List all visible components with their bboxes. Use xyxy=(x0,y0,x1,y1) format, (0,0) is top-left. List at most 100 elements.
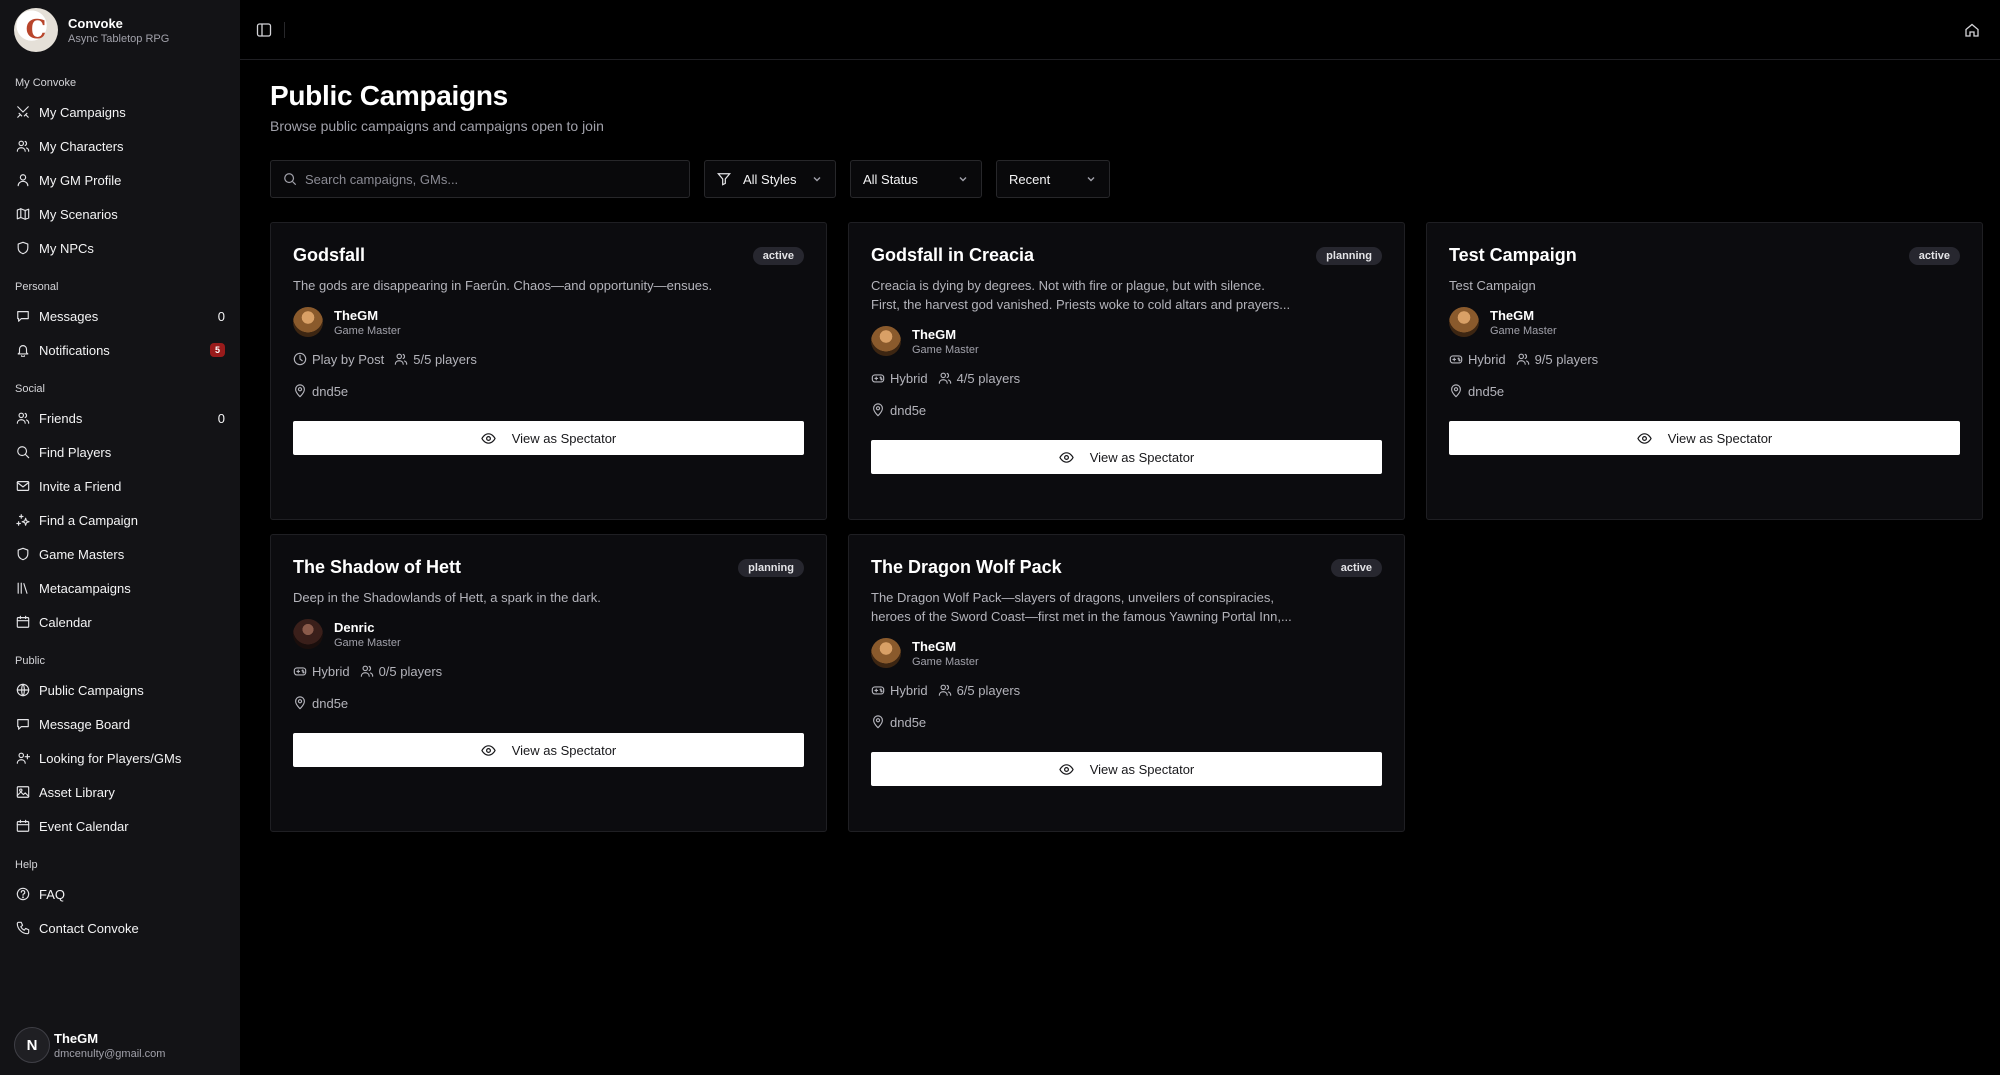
status-select[interactable]: All Status xyxy=(850,160,982,198)
sidebar-item-contact-convoke[interactable]: Contact Convoke xyxy=(0,911,240,945)
notification-badge: 5 xyxy=(209,343,225,357)
spectate-label: View as Spectator xyxy=(1089,449,1195,465)
sidebar-item-messages[interactable]: Messages 0 xyxy=(0,299,240,333)
status-badge: planning xyxy=(1316,247,1382,265)
sidebar-item-event-calendar[interactable]: Event Calendar xyxy=(0,809,240,843)
sidebar: C Convoke Async Tabletop RPG My Convoke M… xyxy=(0,0,240,1075)
campaign-meta: Hybrid 0/5 players xyxy=(293,661,804,681)
user-menu[interactable]: N TheGM dmcenulty@gmail.com xyxy=(0,1015,240,1075)
search-icon xyxy=(284,173,297,186)
view-as-spectator-button[interactable]: View as Spectator xyxy=(293,733,804,767)
sidebar-item-label: My GM Profile xyxy=(39,172,122,188)
sidebar-item-game-masters[interactable]: Game Masters xyxy=(0,537,240,571)
gm-name: TheGM xyxy=(912,638,957,654)
topbar xyxy=(240,0,2000,60)
campaign-card[interactable]: The Shadow of Hett planning Deep in the Sh… xyxy=(270,534,827,832)
campaign-title[interactable]: The Shadow of Hett xyxy=(293,557,804,578)
view-as-spectator-button[interactable]: View as Spectator xyxy=(871,752,1382,786)
sidebar-toggle-icon[interactable] xyxy=(256,22,272,38)
sidebar-item-message-board[interactable]: Message Board xyxy=(0,707,240,741)
sidebar-item-label: Find Players xyxy=(39,444,112,460)
sidebar-item-notifications[interactable]: Notifications 5 xyxy=(0,333,240,367)
gm-info[interactable]: Denric Game Master xyxy=(293,619,804,649)
eye-icon xyxy=(1059,762,1090,777)
campaign-card[interactable]: Godsfall active The gods are disappearing … xyxy=(270,222,827,520)
sidebar-item-friends[interactable]: Friends 0 xyxy=(0,401,240,435)
nav-group-title: Personal xyxy=(15,281,59,293)
brand-subtitle: Async Tabletop RPG xyxy=(68,32,170,45)
user-plus-icon xyxy=(15,750,31,766)
gm-info[interactable]: TheGM Game Master xyxy=(871,638,1382,668)
gm-role: Game Master xyxy=(912,343,979,356)
campaign-card[interactable]: The Dragon Wolf Pack active The Dragon Wol… xyxy=(848,534,1405,832)
sidebar-item-label: Contact Convoke xyxy=(39,920,139,936)
gm-name: TheGM xyxy=(1490,307,1535,323)
sidebar-item-public-campaigns[interactable]: Public Campaigns xyxy=(0,673,240,707)
sparkles-icon xyxy=(15,512,31,528)
main-content: Public Campaigns Browse public campaigns… xyxy=(270,80,1983,832)
sort-select[interactable]: Recent xyxy=(996,160,1110,198)
campaign-title[interactable]: Test Campaign xyxy=(1449,245,1960,266)
view-as-spectator-button[interactable]: View as Spectator xyxy=(293,421,804,455)
game-system: dnd5e xyxy=(1468,383,1505,399)
sidebar-item-faq[interactable]: FAQ xyxy=(0,877,240,911)
game-system: dnd5e xyxy=(312,695,349,711)
view-as-spectator-button[interactable]: View as Spectator xyxy=(1449,421,1960,455)
card-description-line: Deep in the Shadowlands of Hett, a spark… xyxy=(293,590,601,605)
sidebar-item-my-campaigns[interactable]: My Campaigns xyxy=(0,95,240,129)
sidebar-item-metacampaigns[interactable]: Metacampaigns xyxy=(0,571,240,605)
styles-select[interactable]: All Styles xyxy=(704,160,836,198)
search-input[interactable] xyxy=(305,171,665,187)
sidebar-item-my-gm-profile[interactable]: My GM Profile xyxy=(0,163,240,197)
sidebar-item-my-characters[interactable]: My Characters xyxy=(0,129,240,163)
sidebar-item-label: Asset Library xyxy=(39,784,115,800)
gm-info[interactable]: TheGM Game Master xyxy=(871,326,1382,356)
calendar-icon xyxy=(15,614,31,630)
campaign-title[interactable]: Godsfall xyxy=(293,245,804,266)
gamepad-icon xyxy=(871,683,890,697)
campaign-title[interactable]: Godsfall in Creacia xyxy=(871,245,1382,266)
brand[interactable]: C Convoke Async Tabletop RPG xyxy=(0,0,240,60)
filter-icon xyxy=(717,173,731,186)
campaign-system: dnd5e xyxy=(871,712,1382,732)
home-icon[interactable] xyxy=(1964,22,1980,38)
page-subtitle: Browse public campaigns and campaigns op… xyxy=(270,118,604,134)
sidebar-item-find-a-campaign[interactable]: Find a Campaign xyxy=(0,503,240,537)
sidebar-item-my-npcs[interactable]: My NPCs xyxy=(0,231,240,265)
sidebar-item-find-players[interactable]: Find Players xyxy=(0,435,240,469)
sidebar-item-count: 0 xyxy=(217,308,225,324)
sidebar-item-invite-a-friend[interactable]: Invite a Friend xyxy=(0,469,240,503)
sidebar-item-asset-library[interactable]: Asset Library xyxy=(0,775,240,809)
player-count: 6/5 players xyxy=(956,682,1021,698)
view-as-spectator-button[interactable]: View as Spectator xyxy=(871,440,1382,474)
game-system: dnd5e xyxy=(890,714,927,730)
status-badge: active xyxy=(1908,247,1960,265)
search-box[interactable] xyxy=(270,160,690,198)
sidebar-item-label: My NPCs xyxy=(39,240,94,256)
pin-icon xyxy=(1449,384,1468,398)
campaign-meta: Hybrid 9/5 players xyxy=(1449,349,1960,369)
gm-name: TheGM xyxy=(912,326,957,342)
sidebar-item-label: FAQ xyxy=(39,886,66,902)
sidebar-item-calendar[interactable]: Calendar xyxy=(0,605,240,639)
sidebar-item-label: Messages xyxy=(39,308,99,324)
campaign-meta: Hybrid 4/5 players xyxy=(871,368,1382,388)
campaign-system: dnd5e xyxy=(293,693,804,713)
campaign-card[interactable]: Godsfall in Creacia planning Creacia is dy… xyxy=(848,222,1405,520)
gamepad-icon xyxy=(871,371,890,385)
gm-info[interactable]: TheGM Game Master xyxy=(293,307,804,337)
gm-info[interactable]: TheGM Game Master xyxy=(1449,307,1960,337)
pin-icon xyxy=(871,715,890,729)
message-icon xyxy=(15,308,31,324)
sidebar-item-looking-for-players-gms[interactable]: Looking for Players/GMs xyxy=(0,741,240,775)
campaign-title[interactable]: The Dragon Wolf Pack xyxy=(871,557,1382,578)
gm-avatar xyxy=(1449,307,1479,337)
sidebar-item-label: Invite a Friend xyxy=(39,478,122,494)
users-icon xyxy=(1516,352,1535,366)
player-count: 4/5 players xyxy=(956,370,1021,386)
sidebar-item-label: Looking for Players/GMs xyxy=(39,750,182,766)
campaign-card[interactable]: Test Campaign active Test Campaign TheGM Gam… xyxy=(1426,222,1983,520)
sidebar-item-my-scenarios[interactable]: My Scenarios xyxy=(0,197,240,231)
play-style: Hybrid xyxy=(312,663,350,679)
eye-icon xyxy=(481,431,512,446)
